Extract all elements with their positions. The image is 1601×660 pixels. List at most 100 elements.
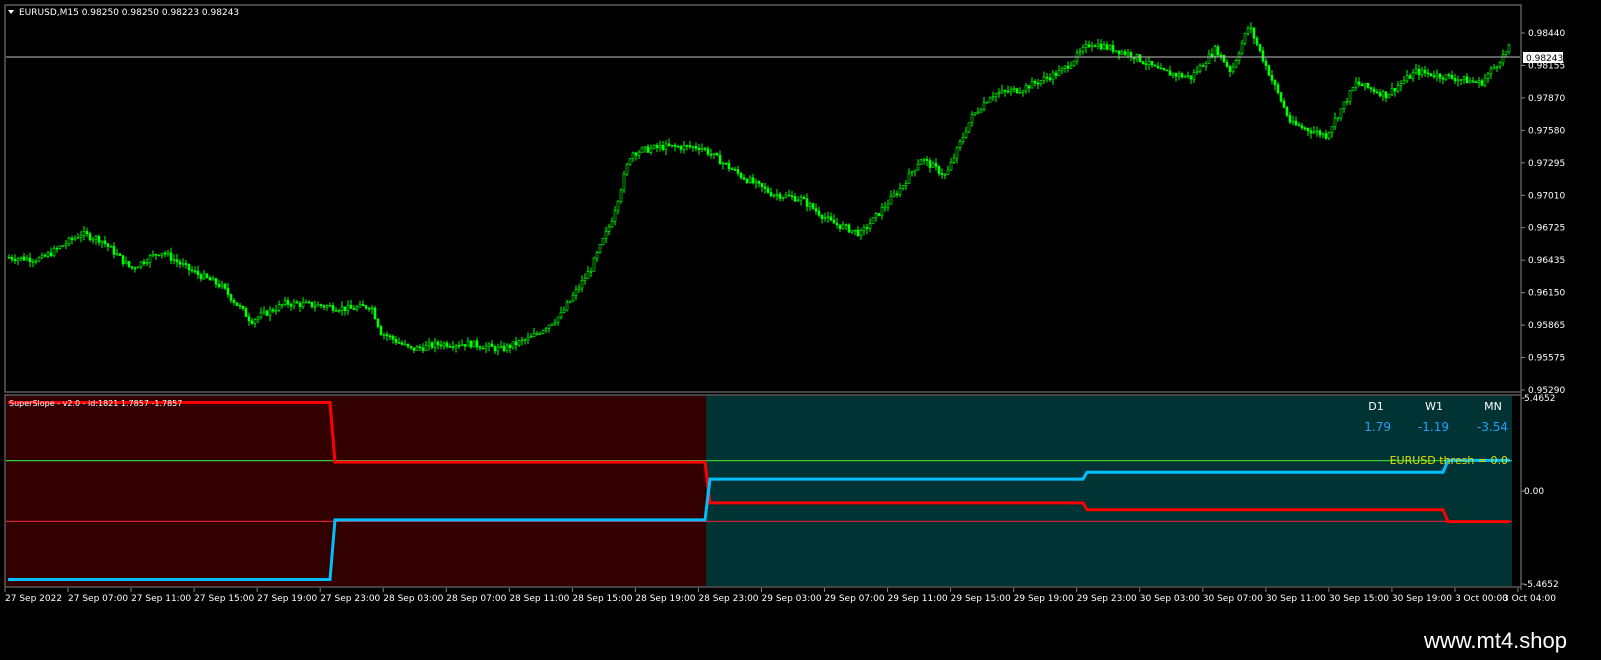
candle-body	[631, 152, 635, 160]
candle-body	[688, 145, 692, 148]
candle-body	[565, 302, 569, 311]
candle-body	[1198, 65, 1202, 72]
candle-body	[850, 229, 854, 233]
candle-body	[205, 273, 209, 278]
candle-body	[1123, 51, 1127, 55]
candle-body	[322, 305, 326, 308]
candle-body	[895, 193, 899, 196]
candle-body	[952, 157, 956, 163]
candle-body	[1369, 87, 1373, 90]
candle-body	[556, 316, 560, 323]
candle-body	[1153, 64, 1157, 67]
candle-body	[799, 197, 803, 201]
candle-body	[181, 263, 185, 265]
candle-body	[262, 310, 266, 314]
candle-body	[1396, 85, 1400, 92]
candle-body	[382, 334, 386, 336]
candle-body	[169, 252, 173, 261]
time-tick-label: 28 Sep 19:00	[635, 594, 695, 604]
candle-body	[607, 226, 611, 232]
candle-body	[1411, 72, 1415, 79]
candle-body	[424, 344, 428, 351]
chart-window: EURUSD,M15 0.98250 0.98250 0.98223 0.982…	[0, 0, 1601, 616]
candle-body	[643, 146, 647, 149]
time-tick-label: 3 Oct 00:00	[1455, 594, 1508, 604]
candle-body	[412, 347, 416, 351]
candle-body	[214, 278, 218, 285]
candle-body	[934, 163, 938, 167]
candle-body	[937, 166, 941, 174]
candle-body	[1021, 90, 1025, 93]
candle-body	[979, 109, 983, 113]
candle-body	[781, 196, 785, 199]
candle-body	[253, 319, 257, 324]
candle-body	[922, 159, 926, 161]
candle-body	[844, 224, 848, 227]
candle-body	[1015, 88, 1019, 94]
candle-body	[769, 192, 773, 197]
candle-body	[1213, 46, 1217, 57]
candle-body	[712, 153, 716, 155]
candle-body	[814, 208, 818, 212]
candle-body	[1312, 131, 1316, 134]
candle-body	[544, 328, 548, 331]
chart-canvas[interactable]: EURUSD,M15 0.98250 0.98250 0.98223 0.982…	[0, 0, 1601, 616]
time-tick-label: 27 Sep 15:00	[194, 594, 254, 604]
chevron-down-icon[interactable]	[8, 10, 14, 14]
candle-body	[976, 111, 980, 114]
candle-body	[1183, 76, 1187, 78]
candle-body	[163, 252, 167, 255]
candle-body	[1483, 78, 1487, 86]
candle-body	[280, 304, 284, 306]
slope-table-header: D1	[1368, 400, 1383, 413]
indicator-bg-negative	[6, 396, 706, 586]
candle-body	[526, 337, 530, 341]
candle-body	[1447, 74, 1451, 76]
candle-body	[1489, 68, 1493, 75]
candle-body	[991, 96, 995, 99]
candle-body	[550, 323, 554, 326]
candle-body	[1165, 69, 1169, 72]
candle-body	[1348, 90, 1352, 102]
candle-body	[700, 148, 704, 150]
candle-body	[229, 294, 233, 301]
candle-body	[1351, 87, 1355, 92]
time-tick-label: 27 Sep 23:00	[320, 594, 380, 604]
slope-table-value: 1.79	[1364, 420, 1391, 434]
candle-body	[94, 236, 98, 240]
candle-body	[1357, 81, 1361, 85]
candle-body	[175, 259, 179, 263]
candle-body	[1498, 62, 1502, 67]
candle-body	[1231, 66, 1235, 73]
candle-body	[907, 172, 911, 184]
candle-body	[535, 333, 539, 335]
candle-body	[79, 235, 83, 238]
candle-body	[589, 270, 593, 273]
candle-body	[1267, 65, 1271, 76]
candle-body	[319, 304, 323, 307]
candle-body	[1375, 91, 1379, 94]
indicator-tick-label: -5.4652	[1524, 580, 1559, 590]
candle-body	[1207, 53, 1211, 64]
candle-body	[1090, 45, 1094, 48]
candle-body	[874, 213, 878, 218]
candle-body	[865, 227, 869, 229]
candle-body	[310, 301, 314, 307]
candle-body	[472, 340, 476, 348]
candle-body	[985, 101, 989, 104]
candle-body	[766, 188, 770, 193]
candle-body	[244, 308, 248, 317]
candle-body	[133, 267, 137, 270]
candle-body	[376, 318, 380, 327]
candle-body	[1279, 92, 1283, 102]
candle-body	[832, 219, 836, 224]
candle-body	[160, 252, 164, 256]
candle-body	[598, 244, 602, 253]
candle-body	[19, 256, 23, 259]
candle-body	[742, 177, 746, 180]
candle-body	[1309, 130, 1313, 134]
candle-body	[415, 346, 419, 351]
candle-body	[571, 294, 575, 302]
candle-body	[418, 346, 422, 349]
candle-body	[802, 197, 806, 199]
